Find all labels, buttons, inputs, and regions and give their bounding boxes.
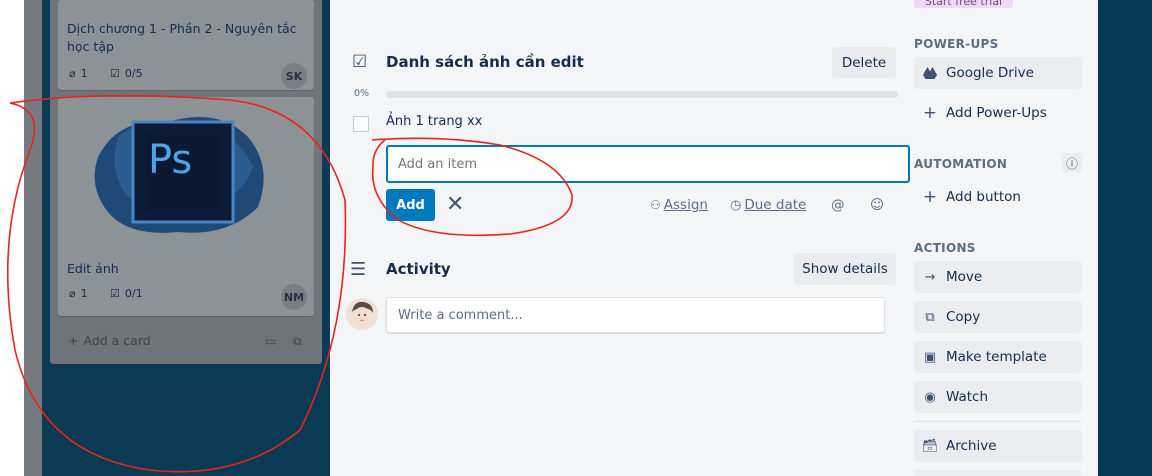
checklist-icon: ☑ [352, 52, 368, 72]
share-button[interactable] [914, 470, 1082, 476]
ps-logo: Ps [148, 137, 193, 183]
arrow-right-icon: → [924, 269, 936, 285]
card-title: Edit ảnh [67, 261, 119, 276]
show-details-button[interactable]: Show details [794, 253, 896, 285]
add-card-button[interactable]: + Add a card [68, 333, 151, 348]
right-background [1098, 0, 1152, 476]
video-icon[interactable]: ▭ [265, 334, 276, 348]
avatar[interactable]: NM [281, 284, 307, 310]
copy-icon: ⧉ [925, 309, 935, 325]
card-edit-anh[interactable]: Ps Edit ảnh ⌀ 1 ☑ 0/1 NM [58, 97, 314, 316]
checklist-count: 0/1 [124, 287, 143, 300]
checklist-item-text[interactable]: Ảnh 1 trang xx [386, 114, 482, 129]
paperclip-icon: ⌀ [69, 287, 76, 300]
move-button[interactable]: → Move [914, 261, 1082, 293]
archive-label: Archive [946, 438, 997, 454]
add-button-label: Add button [946, 189, 1021, 205]
template-icon[interactable]: ⧉ [293, 334, 302, 349]
sidebar-divider [914, 421, 1082, 422]
paperclip-icon: ⌀ [69, 67, 76, 80]
make-template-button[interactable]: ▣ Make template [914, 341, 1082, 373]
assign-label: Assign [663, 197, 708, 213]
plus-icon: + [68, 333, 79, 348]
emoji-icon[interactable]: ☺ [870, 197, 884, 213]
add-power-ups-label: Add Power-Ups [946, 105, 1047, 121]
attachment-badge: ⌀ 1 [69, 287, 88, 300]
card-dich-chuong[interactable]: Dịch chương 1 - Phần 2 - Nguyên tắc học … [58, 0, 314, 90]
plus-icon: + [922, 187, 938, 207]
make-template-label: Make template [946, 349, 1047, 365]
automation-heading: AUTOMATION [914, 157, 1008, 171]
checklist-badge: ☑ 0/1 [110, 287, 143, 300]
add-item-input[interactable] [386, 145, 910, 183]
free-trial-button[interactable]: Start free trial [914, 0, 1013, 8]
eye-icon: ◉ [924, 389, 936, 405]
activity-title: Activity [386, 260, 451, 278]
plus-icon: + [922, 103, 938, 123]
archive-icon: 🗃 [921, 438, 939, 454]
move-label: Move [946, 269, 983, 285]
checklist-item-checkbox[interactable] [353, 116, 369, 132]
add-member-icon: ⚇ [650, 198, 661, 212]
archive-button[interactable]: 🗃 Archive [914, 430, 1082, 462]
add-card-label: Add a card [83, 333, 151, 348]
copy-button[interactable]: ⧉ Copy [914, 301, 1082, 333]
left-edge [0, 0, 24, 476]
checklist-title[interactable]: Danh sách ảnh cần edit [386, 53, 584, 71]
watch-label: Watch [946, 389, 989, 405]
card-title: Dịch chương 1 - Phần 2 - Nguyên tắc học … [67, 21, 297, 54]
checklist-badge: ☑ 0/5 [110, 67, 143, 80]
attachment-count: 1 [80, 287, 88, 300]
checkbox-icon: ☑ [110, 67, 120, 80]
close-icon[interactable]: ✕ [446, 192, 464, 217]
checklist-count: 0/5 [124, 67, 143, 80]
comment-placeholder: Write a comment... [398, 307, 523, 323]
delete-checklist-button[interactable]: Delete [832, 47, 896, 78]
add-item-button[interactable]: Add [386, 189, 435, 221]
info-icon[interactable]: ⓘ [1062, 153, 1082, 173]
clock-icon: ◷ [730, 197, 742, 213]
progress-percent: 0% [354, 88, 370, 99]
avatar [346, 298, 378, 330]
card-cover-image: Ps [58, 97, 314, 247]
watch-button[interactable]: ◉ Watch [914, 381, 1082, 413]
copy-label: Copy [946, 309, 981, 325]
google-drive-icon [914, 67, 946, 79]
google-drive-button[interactable]: Google Drive [914, 57, 1082, 89]
attachment-count: 1 [80, 67, 88, 80]
google-drive-label: Google Drive [946, 65, 1034, 81]
left-edge-shadow [24, 0, 42, 476]
due-date-button[interactable]: ◷ Due date [730, 197, 806, 213]
actions-heading: ACTIONS [914, 241, 976, 255]
due-date-label: Due date [744, 197, 807, 213]
mention-icon[interactable]: @ [831, 197, 845, 213]
progress-bar [386, 91, 898, 98]
checkbox-icon: ☑ [110, 287, 120, 300]
avatar[interactable]: SK [281, 63, 307, 89]
add-automation-button[interactable]: + Add button [914, 181, 1082, 213]
power-ups-heading: POWER-UPS [914, 37, 999, 51]
add-power-ups-button[interactable]: + Add Power-Ups [914, 97, 1082, 129]
activity-icon: ☰ [350, 259, 367, 280]
attachment-badge: ⌀ 1 [69, 67, 88, 80]
template-icon: ▣ [923, 349, 937, 365]
comment-input[interactable]: Write a comment... [386, 297, 885, 333]
assign-button[interactable]: ⚇ Assign [650, 197, 708, 213]
